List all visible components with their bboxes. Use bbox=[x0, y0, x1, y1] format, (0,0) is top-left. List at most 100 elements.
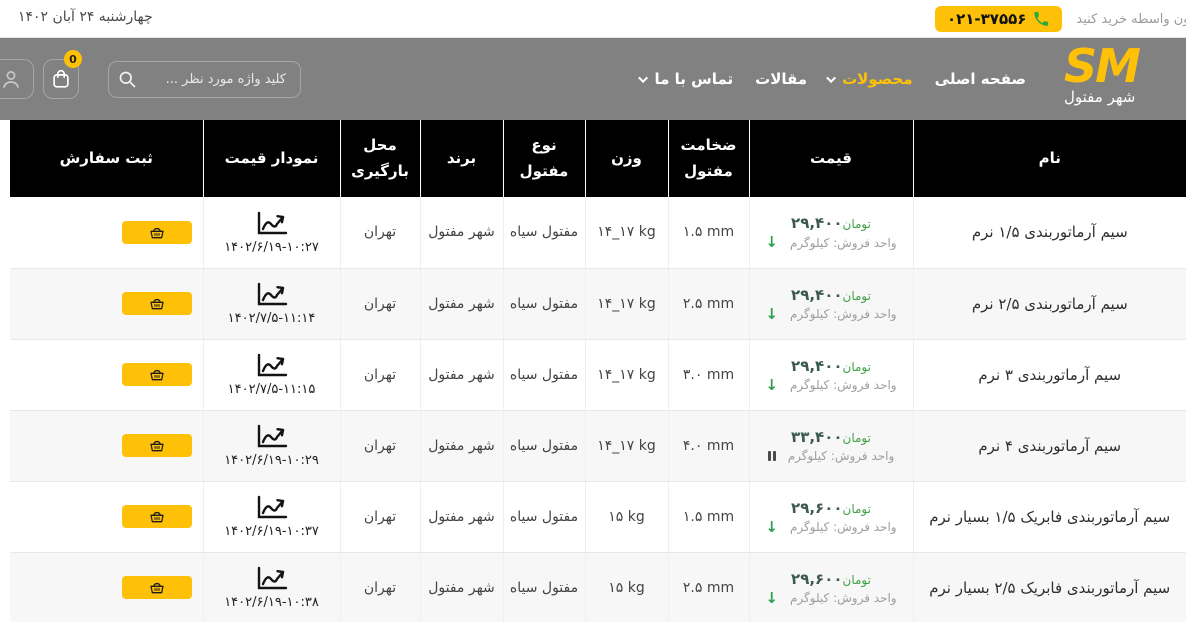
nav-item-contact-label: تماس با ما bbox=[654, 70, 733, 88]
product-location: تهران bbox=[340, 197, 420, 268]
promo-text: بدون واسطه خرید کنید bbox=[1076, 12, 1186, 27]
unit-label: واحد فروش: کیلوگرم bbox=[788, 449, 895, 463]
unit-label: واحد فروش: کیلوگرم bbox=[790, 591, 897, 605]
nav-actions: 0 bbox=[0, 59, 301, 99]
nav-menu: صفحه اصلی محصولات مقالات تماس با ما bbox=[641, 38, 1026, 120]
cart-button[interactable]: 0 bbox=[43, 59, 79, 99]
chevron-down-icon bbox=[826, 73, 836, 83]
add-to-cart-button[interactable] bbox=[122, 221, 192, 244]
phone-icon bbox=[1033, 11, 1050, 28]
unit-label: واحد فروش: کیلوگرم bbox=[790, 236, 897, 250]
product-thickness: ۱.۵ mm bbox=[668, 481, 749, 552]
header-weight: وزن bbox=[585, 120, 668, 197]
nav-item-contact[interactable]: تماس با ما bbox=[641, 70, 733, 88]
price-value: ۲۹,۴۰۰ bbox=[791, 286, 842, 304]
product-weight: ۱۵ kg bbox=[585, 481, 668, 552]
phone-badge[interactable]: ۰۲۱-۳۷۵۵۶ bbox=[935, 6, 1062, 32]
logo-mark: SM bbox=[1064, 42, 1186, 90]
order-cell bbox=[10, 552, 203, 622]
product-weight: ۱۴_۱۷ kg bbox=[585, 339, 668, 410]
product-brand: شهر مفتول bbox=[420, 339, 503, 410]
unit-label: واحد فروش: کیلوگرم bbox=[790, 520, 897, 534]
table-row: سیم آرماتوربندی فابریک ۱/۵ بسیار نرم توم… bbox=[10, 481, 1186, 552]
trend-down-icon: ↓ bbox=[765, 520, 778, 535]
product-location: تهران bbox=[340, 268, 420, 339]
add-to-cart-button[interactable] bbox=[122, 363, 192, 386]
add-to-cart-button[interactable] bbox=[122, 505, 192, 528]
product-weight: ۱۴_۱۷ kg bbox=[585, 410, 668, 481]
product-type: مفتول سیاه bbox=[503, 339, 585, 410]
product-price-cell: تومان ۲۹,۴۰۰ واحد فروش: کیلوگرم ↓ bbox=[749, 339, 913, 410]
price-chart-link[interactable]: ۱۴۰۲/۷/۵-۱۱:۱۴ bbox=[208, 281, 336, 326]
chart-date: ۱۴۰۲/۶/۱۹-۱۰:۳۸ bbox=[224, 595, 319, 610]
product-thickness: ۲.۵ mm bbox=[668, 268, 749, 339]
line-chart-icon bbox=[253, 210, 291, 237]
product-brand: شهر مفتول bbox=[420, 197, 503, 268]
line-chart-icon bbox=[253, 565, 291, 592]
table-row: سیم آرماتوربندی فابریک ۲/۵ بسیار نرم توم… bbox=[10, 552, 1186, 622]
toman-label: تومان bbox=[843, 502, 871, 516]
header-thickness: ضخامت مفتول bbox=[668, 120, 749, 197]
add-to-cart-button[interactable] bbox=[122, 576, 192, 599]
search-icon bbox=[118, 70, 137, 89]
price-value: ۳۳,۴۰۰ bbox=[791, 428, 842, 446]
shopping-bag-icon bbox=[50, 68, 72, 90]
price-chart-cell: ۱۴۰۲/۶/۱۹-۱۰:۳۷ bbox=[203, 481, 340, 552]
unit-label: واحد فروش: کیلوگرم bbox=[790, 307, 897, 321]
product-brand: شهر مفتول bbox=[420, 410, 503, 481]
trend-down-icon: ↓ bbox=[765, 307, 778, 322]
product-thickness: ۲.۵ mm bbox=[668, 552, 749, 622]
topbar: چهارشنبه ۲۴ آبان ۱۴۰۲ بدون واسطه خرید کن… bbox=[0, 0, 1186, 38]
header-location: محل بارگیری bbox=[340, 120, 420, 197]
table-row: سیم آرماتوربندی ۳ نرم تومان ۲۹,۴۰۰ واحد … bbox=[10, 339, 1186, 410]
price-chart-link[interactable]: ۱۴۰۲/۶/۱۹-۱۰:۲۹ bbox=[208, 423, 336, 468]
nav-item-home[interactable]: صفحه اصلی bbox=[935, 70, 1026, 88]
order-cell bbox=[10, 339, 203, 410]
price-chart-link[interactable]: ۱۴۰۲/۶/۱۹-۱۰:۳۸ bbox=[208, 565, 336, 610]
product-name: سیم آرماتوربندی ۱/۵ نرم bbox=[913, 197, 1186, 268]
product-price-cell: تومان ۳۳,۴۰۰ واحد فروش: کیلوگرم ↓ bbox=[749, 410, 913, 481]
header-chart: نمودار قیمت bbox=[203, 120, 340, 197]
price-value: ۲۹,۶۰۰ bbox=[791, 499, 842, 517]
unit-label: واحد فروش: کیلوگرم bbox=[790, 378, 897, 392]
header-brand: برند bbox=[420, 120, 503, 197]
add-to-cart-button[interactable] bbox=[122, 292, 192, 315]
basket-icon bbox=[149, 367, 165, 382]
price-chart-link[interactable]: ۱۴۰۲/۶/۱۹-۱۰:۳۷ bbox=[208, 494, 336, 539]
product-location: تهران bbox=[340, 339, 420, 410]
chart-date: ۱۴۰۲/۶/۱۹-۱۰:۳۷ bbox=[224, 524, 319, 539]
toman-label: تومان bbox=[843, 217, 871, 231]
product-location: تهران bbox=[340, 552, 420, 622]
date-text: چهارشنبه ۲۴ آبان ۱۴۰۲ bbox=[18, 9, 153, 25]
product-name: سیم آرماتوربندی فابریک ۱/۵ بسیار نرم bbox=[913, 481, 1186, 552]
header-price: قیمت bbox=[749, 120, 913, 197]
nav-item-products[interactable]: محصولات bbox=[829, 70, 913, 88]
product-name: سیم آرماتوربندی ۳ نرم bbox=[913, 339, 1186, 410]
account-button[interactable] bbox=[0, 59, 34, 99]
product-price-cell: تومان ۲۹,۴۰۰ واحد فروش: کیلوگرم ↓ bbox=[749, 197, 913, 268]
add-to-cart-button[interactable] bbox=[122, 434, 192, 457]
header-order: ثبت سفارش bbox=[10, 120, 203, 197]
phone-number: ۰۲۱-۳۷۵۵۶ bbox=[947, 10, 1026, 28]
header-type: نوع مفتول bbox=[503, 120, 585, 197]
order-cell bbox=[10, 481, 203, 552]
topbar-right: بدون واسطه خرید کنید ۰۲۱-۳۷۵۵۶ bbox=[935, 0, 1186, 38]
order-cell bbox=[10, 197, 203, 268]
logo[interactable]: SM شهر مفتول bbox=[1064, 42, 1186, 106]
price-chart-cell: ۱۴۰۲/۶/۱۹-۱۰:۳۸ bbox=[203, 552, 340, 622]
product-location: تهران bbox=[340, 481, 420, 552]
nav-item-articles[interactable]: مقالات bbox=[755, 70, 807, 88]
chart-date: ۱۴۰۲/۶/۱۹-۱۰:۲۷ bbox=[224, 240, 319, 255]
product-location: تهران bbox=[340, 410, 420, 481]
chevron-down-icon bbox=[639, 73, 649, 83]
product-thickness: ۱.۵ mm bbox=[668, 197, 749, 268]
price-value: ۲۹,۴۰۰ bbox=[791, 214, 842, 232]
line-chart-icon bbox=[253, 281, 291, 308]
basket-icon bbox=[149, 580, 165, 595]
table-row: سیم آرماتوربندی ۴ نرم تومان ۳۳,۴۰۰ واحد … bbox=[10, 410, 1186, 481]
product-thickness: ۳.۰ mm bbox=[668, 339, 749, 410]
table-header-row: نام قیمت ضخامت مفتول وزن نوع مفتول برند … bbox=[10, 120, 1186, 197]
price-chart-link[interactable]: ۱۴۰۲/۷/۵-۱۱:۱۵ bbox=[208, 352, 336, 397]
price-chart-link[interactable]: ۱۴۰۲/۶/۱۹-۱۰:۲۷ bbox=[208, 210, 336, 255]
line-chart-icon bbox=[253, 494, 291, 521]
